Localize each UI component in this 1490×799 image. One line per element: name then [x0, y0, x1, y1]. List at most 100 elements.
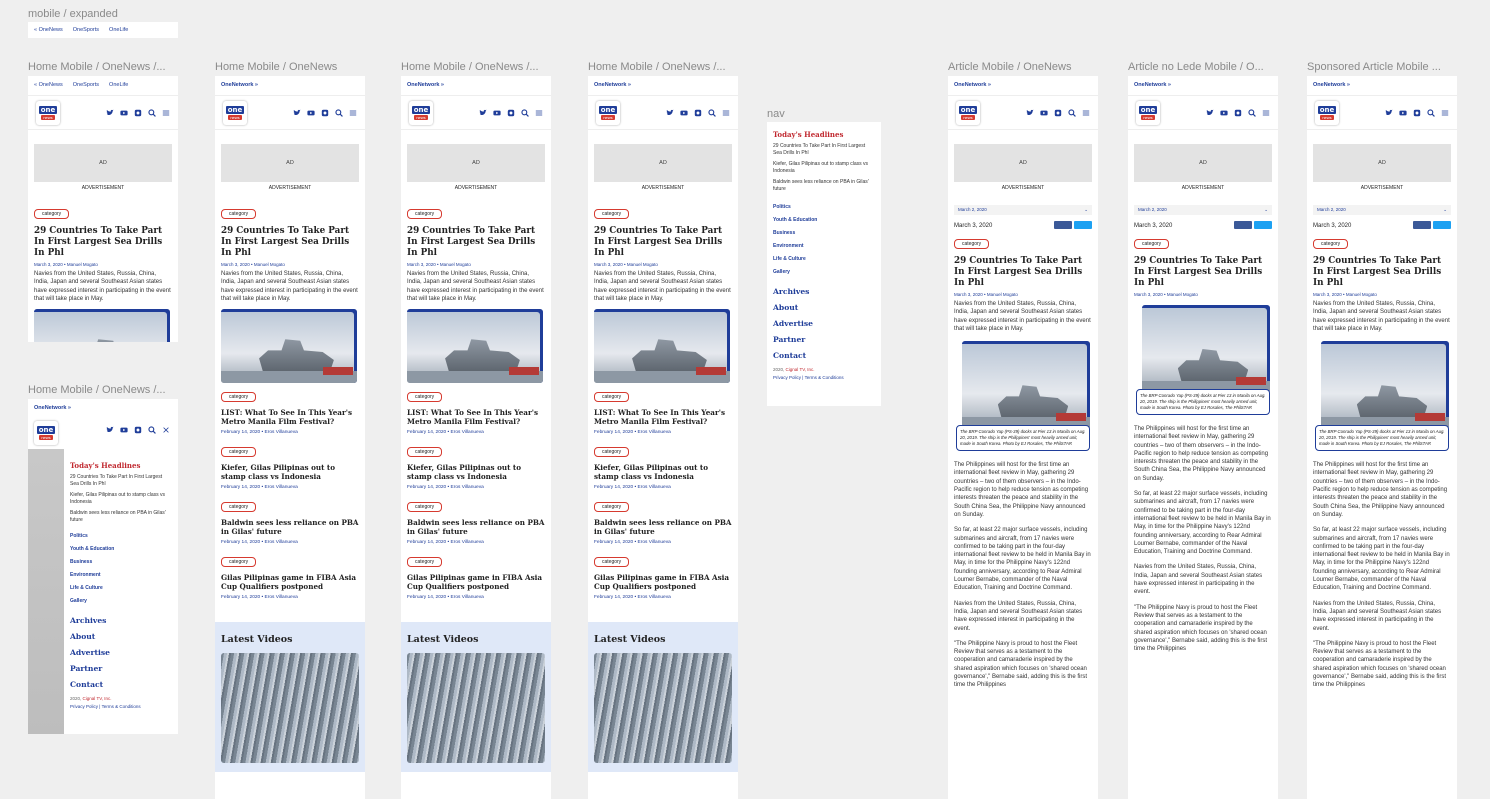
facebook-share-icon[interactable]: [1054, 221, 1072, 229]
instagram-icon[interactable]: [507, 109, 515, 117]
lead-headline[interactable]: 29 Countries To Take Part In First Large…: [401, 220, 551, 259]
ad-slot[interactable]: AD: [1134, 144, 1272, 182]
onenews-logo[interactable]: one news: [34, 421, 58, 445]
lead-headline[interactable]: 29 Countries To Take Part In First Large…: [28, 220, 178, 259]
search-icon[interactable]: [148, 108, 156, 117]
nav-page-advertise[interactable]: Advertise: [70, 648, 172, 657]
story-headline[interactable]: Baldwin sees less reliance on PBA in Gil…: [401, 513, 551, 536]
onenews-logo[interactable]: one news: [36, 100, 60, 125]
onenews-logo[interactable]: one news: [596, 100, 620, 125]
instagram-icon[interactable]: [134, 426, 142, 434]
network-label[interactable]: OneNetwork »: [1313, 82, 1350, 95]
nav-category-life-culture[interactable]: Life & Culture: [70, 585, 172, 591]
lead-photo[interactable]: [594, 309, 730, 384]
onenews-logo[interactable]: one news: [956, 100, 980, 125]
lead-photo[interactable]: [407, 309, 543, 384]
ad-slot[interactable]: AD: [1313, 144, 1451, 182]
story-headline[interactable]: Kiefer, Gilas Pilipinas out to stamp cla…: [588, 458, 738, 481]
article-photo[interactable]: [1321, 341, 1449, 430]
onenews-logo[interactable]: one news: [1315, 100, 1339, 125]
search-icon[interactable]: [148, 426, 156, 434]
instagram-icon[interactable]: [694, 109, 702, 117]
youtube-icon[interactable]: [307, 109, 315, 117]
legal-links[interactable]: Privacy Policy | Terms & Conditions: [70, 704, 172, 709]
story-headline[interactable]: Gilas Pilipinas game in FIBA Asia Cup Qu…: [215, 568, 365, 591]
twitter-icon[interactable]: [666, 109, 674, 117]
hamburger-menu-icon[interactable]: [1082, 109, 1090, 117]
youtube-icon[interactable]: [1399, 109, 1407, 117]
ad-slot[interactable]: AD: [221, 144, 359, 182]
lead-headline[interactable]: 29 Countries To Take Part In First Large…: [215, 220, 365, 259]
twitter-icon[interactable]: [479, 109, 487, 117]
ad-slot[interactable]: AD: [34, 144, 172, 182]
onenews-logo[interactable]: one news: [223, 100, 247, 125]
video-thumbnail[interactable]: [221, 653, 359, 764]
lead-photo[interactable]: [34, 309, 170, 342]
instagram-icon[interactable]: [134, 109, 142, 117]
twitter-icon[interactable]: [106, 109, 114, 117]
hamburger-menu-icon[interactable]: [349, 109, 357, 117]
nav-page-archives[interactable]: Archives: [70, 616, 172, 625]
network-label[interactable]: OneNetwork »: [954, 82, 991, 95]
twitter-icon[interactable]: [293, 109, 301, 117]
ad-slot[interactable]: AD: [407, 144, 545, 182]
hamburger-menu-icon[interactable]: [1441, 109, 1449, 117]
story-headline[interactable]: LIST: What To See In This Year's Metro M…: [401, 403, 551, 426]
youtube-icon[interactable]: [120, 109, 128, 117]
youtube-icon[interactable]: [680, 109, 688, 117]
instagram-icon[interactable]: [1054, 109, 1062, 117]
onenews-logo[interactable]: one news: [409, 100, 433, 125]
network-label[interactable]: OneNetwork »: [28, 399, 178, 417]
category-tag[interactable]: category: [407, 447, 443, 458]
network-link-onesports[interactable]: OneSports: [73, 27, 99, 38]
category-tag[interactable]: category: [221, 447, 257, 458]
network-link-onelife[interactable]: OneLife: [109, 27, 128, 38]
nav-category-gallery[interactable]: Gallery: [70, 598, 172, 604]
lead-photo[interactable]: [221, 309, 357, 384]
nav-page-contact[interactable]: Contact: [773, 351, 875, 360]
lead-headline[interactable]: 29 Countries To Take Part In First Large…: [588, 220, 738, 259]
nav-page-about[interactable]: About: [70, 632, 172, 641]
search-icon[interactable]: [1427, 108, 1435, 117]
category-tag[interactable]: category: [594, 209, 630, 219]
copyright-brand[interactable]: Cignal TV, Inc.: [786, 367, 815, 372]
hamburger-menu-icon[interactable]: [162, 109, 170, 117]
search-icon[interactable]: [1248, 108, 1256, 117]
video-thumbnail[interactable]: [407, 653, 545, 764]
story-headline[interactable]: LIST: What To See In This Year's Metro M…: [588, 403, 738, 426]
nav-headline[interactable]: 29 Countries To Take Part In First Large…: [773, 143, 875, 156]
nav-category-politics[interactable]: Politics: [773, 204, 875, 210]
youtube-icon[interactable]: [120, 426, 128, 434]
nav-category-environment[interactable]: Environment: [773, 243, 875, 249]
category-tag[interactable]: category: [407, 557, 443, 568]
ad-slot[interactable]: AD: [954, 144, 1092, 182]
story-headline[interactable]: Gilas Pilipinas game in FIBA Asia Cup Qu…: [401, 568, 551, 591]
youtube-icon[interactable]: [1040, 109, 1048, 117]
nav-category-gallery[interactable]: Gallery: [773, 269, 875, 275]
nav-page-archives[interactable]: Archives: [773, 287, 875, 296]
network-link-onesports[interactable]: OneSports: [73, 82, 99, 95]
network-link-onenews[interactable]: « OneNews: [34, 82, 63, 95]
nav-page-advertise[interactable]: Advertise: [773, 319, 875, 328]
article-photo[interactable]: [1142, 305, 1270, 393]
nav-headline[interactable]: 29 Countries To Take Part In First Large…: [70, 474, 172, 487]
close-icon[interactable]: [162, 426, 170, 434]
youtube-icon[interactable]: [1220, 109, 1228, 117]
network-label[interactable]: OneNetwork »: [594, 82, 631, 95]
nav-category-youth-education[interactable]: Youth & Education: [70, 546, 172, 552]
hamburger-menu-icon[interactable]: [1262, 109, 1270, 117]
nav-headline[interactable]: Kiefer, Gilas Pilipinas out to stamp cla…: [70, 492, 172, 505]
facebook-share-icon[interactable]: [1413, 221, 1431, 229]
category-tag[interactable]: category: [34, 209, 70, 219]
archive-date-dropdown[interactable]: March 2, 2020 ⌄: [954, 205, 1092, 215]
category-tag[interactable]: category: [594, 392, 630, 403]
story-headline[interactable]: LIST: What To See In This Year's Metro M…: [215, 403, 365, 426]
network-label[interactable]: OneNetwork »: [221, 82, 258, 95]
network-link-onenews[interactable]: « OneNews: [34, 27, 63, 38]
story-headline[interactable]: Gilas Pilipinas game in FIBA Asia Cup Qu…: [588, 568, 738, 591]
instagram-icon[interactable]: [321, 109, 329, 117]
nav-category-business[interactable]: Business: [70, 559, 172, 565]
hamburger-menu-icon[interactable]: [722, 109, 730, 117]
instagram-icon[interactable]: [1413, 109, 1421, 117]
category-tag[interactable]: category: [221, 392, 257, 403]
